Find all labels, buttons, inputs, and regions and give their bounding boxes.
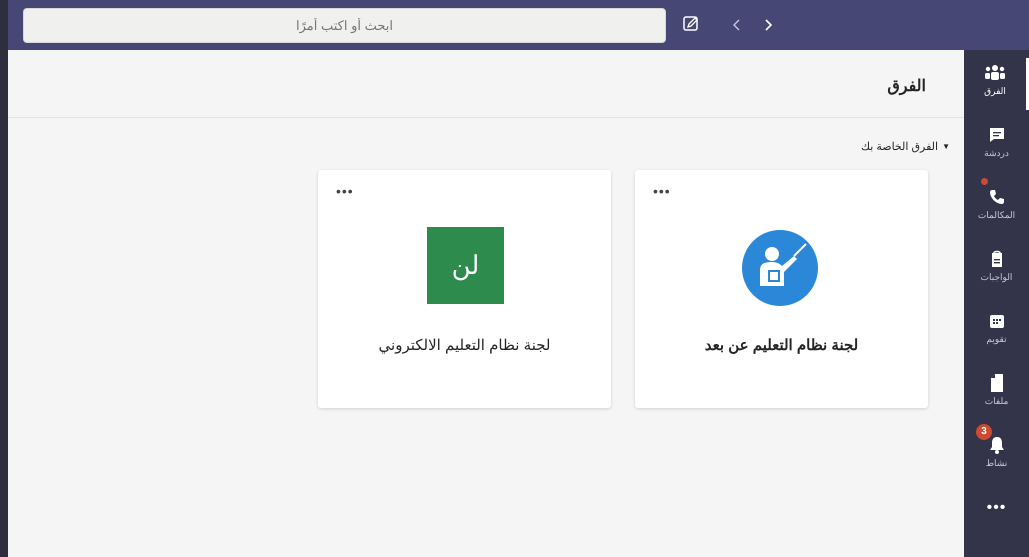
- rail-item-calendar[interactable]: تقويم: [964, 306, 1029, 358]
- compose-button[interactable]: [680, 13, 702, 35]
- card-more-button[interactable]: •••: [653, 184, 671, 198]
- teams-app: الفرق دردشة المكالمات: [0, 0, 1029, 557]
- rail-item-calls[interactable]: المكالمات: [964, 178, 1029, 234]
- page-title: الفرق: [887, 78, 926, 95]
- teacher-icon: [760, 243, 807, 286]
- chat-icon: [986, 124, 1008, 146]
- rail-label: تقويم: [986, 334, 1007, 344]
- rail-item-activity[interactable]: 3 نشاط: [964, 424, 1029, 482]
- page-header: الفرق: [8, 50, 964, 118]
- app-rail: الفرق دردشة المكالمات الواجبات تقويم ملف…: [964, 50, 1029, 557]
- compose-icon: [683, 16, 698, 31]
- rail-item-teams[interactable]: الفرق: [964, 58, 1029, 110]
- team-avatar: لن: [427, 227, 504, 304]
- caret-down-icon: ▼: [942, 142, 950, 151]
- chevron-left-icon: [733, 19, 740, 31]
- search-input[interactable]: [23, 8, 666, 43]
- files-icon: [986, 372, 1008, 394]
- top-bar: [8, 0, 1029, 50]
- rail-label: دردشة: [984, 148, 1009, 158]
- rail-label: الواجبات: [980, 272, 1013, 282]
- teams-icon: [984, 62, 1006, 84]
- forward-button[interactable]: [756, 12, 780, 38]
- rail-label: المكالمات: [977, 210, 1016, 220]
- activity-badge: 3: [976, 424, 992, 440]
- back-button[interactable]: [725, 12, 749, 38]
- more-apps-button[interactable]: •••: [964, 496, 1029, 526]
- team-card[interactable]: ••• لجنة نظام التعليم عن بعد: [635, 170, 928, 408]
- team-name: لجنة نظام التعليم عن بعد: [704, 337, 859, 354]
- calendar-icon: [986, 310, 1008, 332]
- chevron-right-icon: [765, 19, 773, 31]
- team-avatar: [742, 230, 818, 306]
- assignments-icon: [986, 248, 1008, 270]
- rail-label: الفرق: [984, 86, 1006, 96]
- team-card[interactable]: ••• لن لجنة نظام التعليم الالكتروني: [318, 170, 611, 408]
- your-teams-toggle[interactable]: ▼ الفرق الخاصة بك: [861, 140, 950, 153]
- notification-dot: [981, 178, 988, 185]
- rail-item-assignments[interactable]: الواجبات: [964, 244, 1029, 296]
- phone-icon: [986, 186, 1008, 208]
- card-more-button[interactable]: •••: [336, 184, 354, 198]
- rail-item-files[interactable]: ملفات: [964, 368, 1029, 420]
- rail-label: ملفات: [984, 396, 1009, 406]
- rail-label: نشاط: [985, 458, 1008, 468]
- rail-item-chat[interactable]: دردشة: [964, 120, 1029, 172]
- section-label: الفرق الخاصة بك: [860, 141, 939, 153]
- team-name: لجنة نظام التعليم الالكتروني: [378, 337, 551, 354]
- window-edge: [0, 0, 8, 557]
